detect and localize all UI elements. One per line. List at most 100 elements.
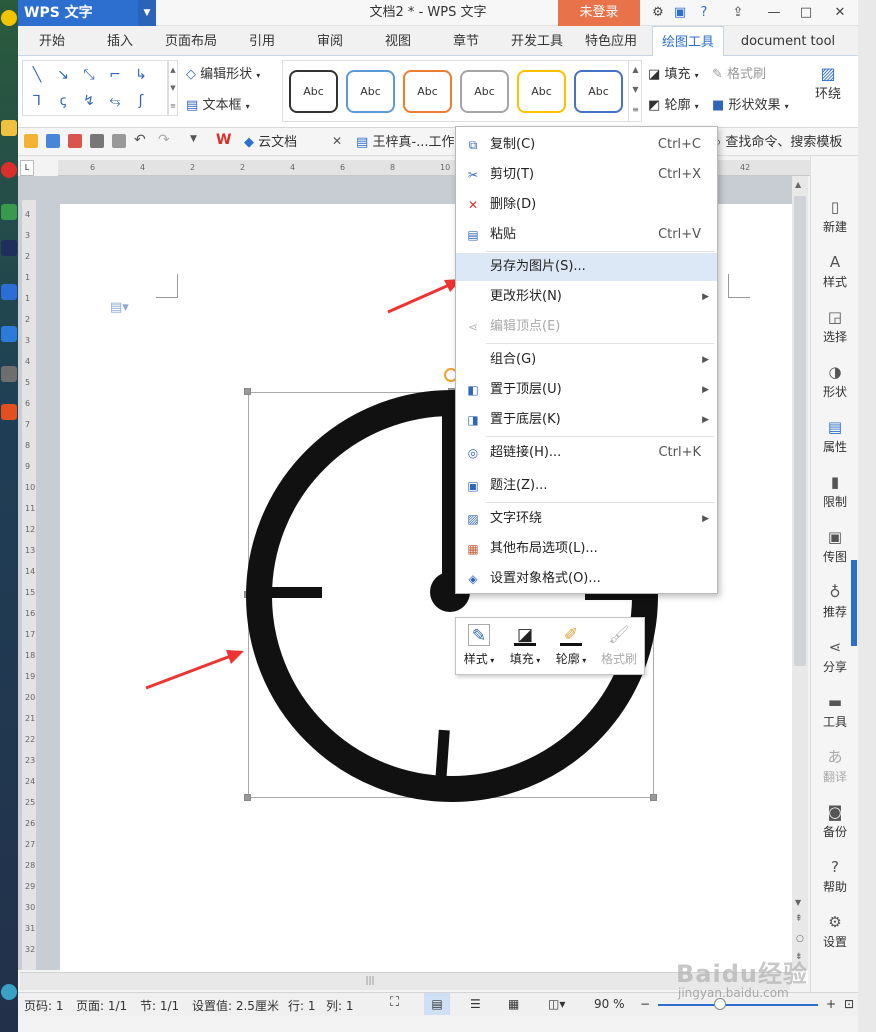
arrow-shape-icon[interactable]: ↘ (51, 65, 75, 85)
document-tab[interactable]: ▤ 王梓真-...工作 (356, 131, 455, 155)
tab-document-tool[interactable]: document tool (734, 26, 842, 56)
panel-collapse-handle[interactable] (851, 560, 857, 646)
zoom-in-icon[interactable]: + (826, 997, 836, 1011)
menu-cut[interactable]: ✂ 剪切(T) Ctrl+X (456, 161, 717, 189)
elbow-connector-icon[interactable]: ⌐ (103, 65, 127, 85)
full-screen-icon[interactable]: ⛶ (390, 995, 399, 1010)
panel-restrict[interactable]: ▮ 限制 (811, 467, 859, 522)
mini-painter-button[interactable]: 🖌 格式刷 (596, 618, 642, 676)
tab-insert[interactable]: 插入 (96, 26, 144, 56)
tab-drawing-tools[interactable]: 绘图工具 (652, 26, 724, 57)
shape-style-4[interactable]: Abc (460, 70, 509, 113)
save-icon[interactable] (46, 134, 60, 148)
menu-caption[interactable]: ▣ 题注(Z)... (456, 472, 717, 500)
gallery-scroll-icon[interactable]: ▲ ▼ ≡ (168, 60, 178, 116)
shape-style-5[interactable]: Abc (517, 70, 566, 113)
tab-page-layout[interactable]: 页面布局 (156, 26, 226, 56)
menu-bring-to-front[interactable]: ◧ 置于顶层(U) ▶ (456, 376, 717, 404)
menu-format-object[interactable]: ◈ 设置对象格式(O)... (456, 565, 717, 593)
curve-arrow-icon[interactable]: ↯ (77, 91, 101, 111)
line-shape-icon[interactable]: ╲ (25, 65, 49, 85)
menu-layout-options[interactable]: ▦ 其他布局选项(L)... (456, 535, 717, 563)
horizontal-scrollbar[interactable]: ||| (20, 972, 790, 990)
panel-new[interactable]: ▯ 新建 (811, 192, 859, 247)
menu-save-as-image[interactable]: 另存为图片(S)... (456, 253, 717, 281)
zoom-out-icon[interactable]: − (640, 997, 650, 1011)
text-box-button[interactable]: ▤ 文本框 ▾ (186, 94, 250, 113)
mini-style-button[interactable]: ✎ 样式 ▾ (456, 618, 502, 676)
print-icon[interactable] (90, 134, 104, 148)
panel-translate[interactable]: あ翻译 (811, 742, 859, 797)
shape-style-3[interactable]: Abc (403, 70, 452, 113)
tab-sections[interactable]: 章节 (442, 26, 490, 56)
fit-page-icon[interactable]: ⊡ (844, 997, 854, 1011)
tab-review[interactable]: 审阅 (306, 26, 354, 56)
customize-dropdown-icon[interactable]: ▼ (190, 134, 197, 144)
tab-special[interactable]: 特色应用 (580, 26, 642, 56)
freeform-icon[interactable]: ʃ (129, 91, 153, 111)
vertical-ruler[interactable]: 4 3 2 1 1 2 3 4 5 6 7 8 9 10 11 12 13 14 15 16 17 18 19 20 21 22 2… (22, 200, 36, 970)
panel-tools[interactable]: ▬ 工具 (811, 687, 859, 742)
close-icon[interactable]: ✕ (828, 0, 852, 26)
browse-object-icon[interactable]: ○ (796, 934, 804, 944)
help-icon[interactable]: ? (692, 0, 716, 26)
tab-stop-selector[interactable]: L (20, 160, 34, 176)
paste-options-icon[interactable]: ▤▾ (110, 300, 129, 315)
panel-settings[interactable]: ⚙ 设置 (811, 907, 859, 962)
menu-change-shape[interactable]: 更改形状(N) ▶ (456, 283, 717, 311)
elbow-arrow-icon[interactable]: ↳ (129, 65, 153, 85)
skin-icon[interactable]: ▣ (668, 0, 692, 26)
vertical-scroll-thumb[interactable] (794, 196, 806, 666)
pdf-icon[interactable] (68, 134, 82, 148)
shape-effects-button[interactable]: ■ 形状效果 ▾ (712, 94, 789, 113)
minimize-icon[interactable]: — (762, 0, 786, 26)
scroll-down-icon[interactable]: ▼ (795, 898, 801, 907)
horizontal-scroll-thumb[interactable]: ||| (350, 976, 390, 986)
curve-connector-icon[interactable]: ꞔ (51, 91, 75, 111)
vertical-scrollbar[interactable]: ▲ ▼ ⇞ ○ ⇟ (792, 176, 808, 970)
styles-scroll-icon[interactable]: ▲ ▼ ≡ (628, 60, 642, 122)
menu-group[interactable]: 组合(G) ▶ (456, 346, 717, 374)
panel-shape[interactable]: ◑ 形状 (811, 357, 859, 412)
prev-page-icon[interactable]: ⇞ (795, 914, 803, 924)
menu-edit-points[interactable]: ⋖ 编辑顶点(E) (456, 313, 717, 341)
outline-view-icon[interactable]: ☰ (470, 997, 481, 1011)
panel-properties[interactable]: ▤ 属性 (811, 412, 859, 467)
upload-icon[interactable]: ⇪ (726, 0, 750, 26)
cloud-docs-tab[interactable]: ◆ 云文档 (244, 131, 297, 155)
scroll-up-icon[interactable]: ▲ (795, 180, 801, 189)
panel-help[interactable]: ? 帮助 (811, 852, 859, 907)
outline-button[interactable]: ◩ 轮廓 ▾ (648, 94, 699, 113)
maximize-icon[interactable]: □ (794, 0, 818, 26)
menu-delete[interactable]: ✕ 删除(D) (456, 191, 717, 219)
redo-icon[interactable]: ↷ (158, 132, 170, 148)
gear-icon[interactable]: ⚙ (646, 0, 670, 26)
mini-outline-button[interactable]: ✐ 轮廓 ▾ (548, 618, 594, 676)
panel-select[interactable]: ◲ 选择 (811, 302, 859, 357)
wrap-button[interactable]: ▨ 环绕 (813, 64, 843, 102)
login-button[interactable]: 未登录 (558, 0, 640, 26)
menu-paste[interactable]: ▤ 粘贴 Ctrl+V (456, 221, 717, 249)
tab-developer[interactable]: 开发工具 (504, 26, 570, 56)
elbow-double-icon[interactable]: ⅂ (25, 91, 49, 111)
open-folder-icon[interactable] (24, 134, 38, 148)
tab-home[interactable]: 开始 (28, 26, 76, 56)
shape-style-2[interactable]: Abc (346, 70, 395, 113)
format-painter-button[interactable]: ✎ 格式刷 (712, 63, 766, 82)
shape-style-1[interactable]: Abc (289, 70, 338, 113)
tab-view[interactable]: 视图 (374, 26, 422, 56)
fill-button[interactable]: ◪ 填充 ▾ (648, 63, 699, 82)
menu-hyperlink[interactable]: ◎ 超链接(H)... Ctrl+K (456, 439, 717, 467)
wps-w-icon[interactable]: W (216, 132, 231, 148)
shape-style-6[interactable]: Abc (574, 70, 623, 113)
page-view-icon[interactable]: ▤ (424, 993, 450, 1015)
menu-text-wrap[interactable]: ▨ 文字环绕 ▶ (456, 505, 717, 533)
panel-style[interactable]: A 样式 (811, 247, 859, 302)
logo-dropdown-icon[interactable]: ▼ (138, 0, 156, 26)
menu-copy[interactable]: ⧉ 复制(C) Ctrl+C (456, 131, 717, 159)
print-preview-icon[interactable] (112, 134, 126, 148)
zoom-level[interactable]: 90 % (594, 997, 625, 1011)
reading-view-icon[interactable]: ◫▾ (548, 997, 565, 1011)
edit-shape-button[interactable]: ◇ 编辑形状 ▾ (186, 63, 260, 82)
menu-send-to-back[interactable]: ◨ 置于底层(K) ▶ (456, 406, 717, 434)
